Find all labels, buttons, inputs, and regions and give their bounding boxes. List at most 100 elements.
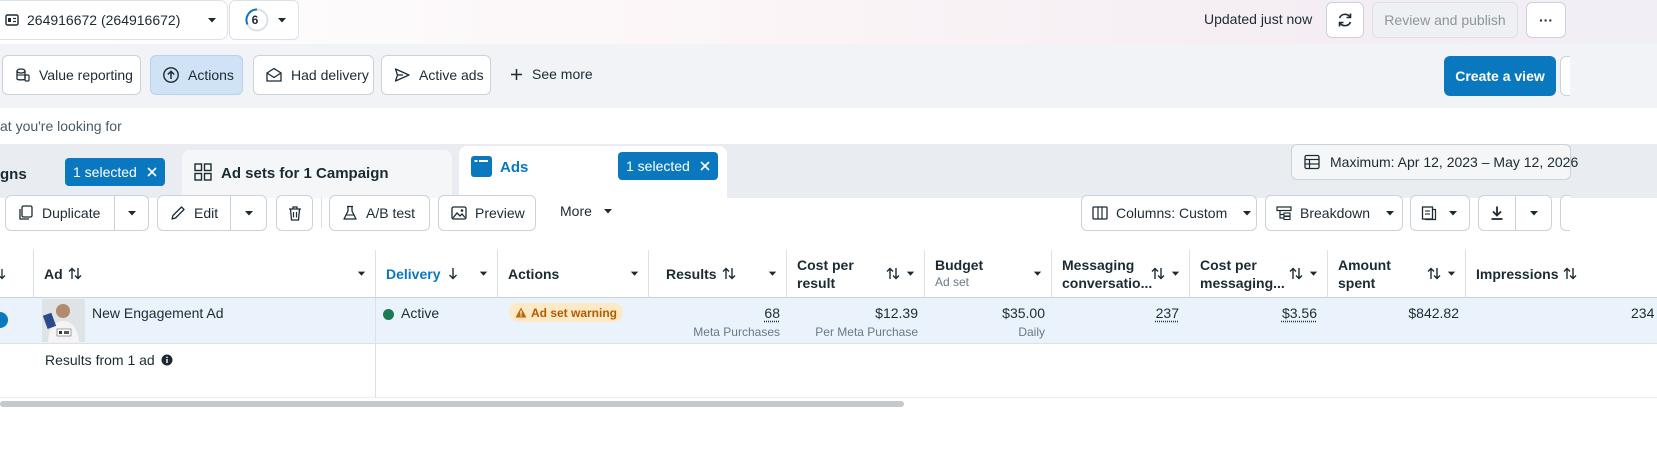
sort-icon — [886, 267, 900, 280]
column-header-actions[interactable]: Actions — [498, 250, 649, 298]
columns-button[interactable]: Columns: Custom — [1081, 195, 1257, 231]
cost-per-result-value: $12.39 — [875, 305, 918, 321]
summary-label-group: Results from 1 ad — [45, 352, 173, 368]
views-bar: Value reporting Actions Had delivery Act… — [0, 44, 1657, 108]
preview-button[interactable]: Preview — [438, 195, 536, 231]
column-header-cost-per-result[interactable]: Cost per result — [787, 250, 925, 298]
chevron-down-icon — [1447, 207, 1459, 219]
table-row[interactable]: New Engagement Ad Active Ad set warning … — [0, 298, 1657, 344]
close-icon[interactable] — [700, 161, 710, 171]
chevron-down-icon[interactable] — [767, 268, 778, 279]
delete-button[interactable] — [276, 195, 313, 231]
toolbar-overflow-edge[interactable] — [1560, 195, 1570, 231]
chevron-down-icon[interactable] — [478, 268, 489, 279]
column-sublabel: Ad set — [935, 274, 970, 289]
chevron-down-icon[interactable] — [629, 268, 640, 279]
notification-count: 6 — [251, 13, 259, 27]
coins-icon — [15, 67, 31, 83]
review-and-publish-button[interactable]: Review and publish — [1372, 2, 1518, 38]
close-icon[interactable] — [147, 167, 157, 177]
summary-row: Results from 1 ad — [0, 344, 1657, 398]
view-had-delivery[interactable]: Had delivery — [253, 55, 374, 95]
ab-test-button[interactable]: A/B test — [329, 195, 430, 231]
column-label-line-1: Messaging — [1062, 256, 1135, 273]
warning-icon — [515, 307, 527, 318]
row-toggle[interactable] — [0, 312, 8, 328]
info-icon[interactable] — [161, 354, 173, 366]
chevron-down-icon — [602, 205, 614, 217]
view-value-reporting[interactable]: Value reporting — [2, 55, 141, 95]
column-header-budget[interactable]: Budget Ad set — [925, 250, 1052, 298]
chevron-down-icon — [243, 207, 255, 219]
create-view-button[interactable]: Create a view — [1444, 56, 1556, 96]
envelope-open-icon — [265, 66, 283, 84]
export-button[interactable] — [1478, 195, 1516, 231]
tab-ad-sets-label: Ad sets for 1 Campaign — [221, 165, 389, 182]
account-selector[interactable]: 264916672 (264916672) — [0, 0, 228, 40]
ad-name[interactable]: New Engagement Ad — [92, 305, 224, 321]
chevron-down-icon — [126, 207, 138, 219]
date-range-picker[interactable]: Maximum: Apr 12, 2023 – May 12, 2026 — [1291, 144, 1578, 180]
cost-per-messaging-value[interactable]: $3.56 — [1282, 305, 1317, 321]
horizontal-scrollbar-thumb[interactable] — [0, 401, 904, 407]
column-header-amount-spent[interactable]: Amount spent — [1328, 250, 1466, 298]
chevron-down-icon[interactable] — [1308, 268, 1319, 279]
column-header-delivery[interactable]: Delivery — [376, 250, 498, 298]
campaigns-selected-pill[interactable]: 1 selected — [65, 158, 165, 186]
chevron-down-icon[interactable] — [1446, 268, 1457, 279]
edit-dropdown[interactable] — [230, 195, 267, 231]
chevron-down-icon[interactable] — [356, 268, 367, 279]
more-actions-label: More — [560, 203, 592, 219]
create-view-split-edge[interactable] — [1560, 56, 1570, 96]
notifications-dropdown[interactable]: 6 — [229, 0, 299, 40]
tab-ads[interactable]: Ads 1 selected — [459, 146, 727, 198]
chevron-down-icon[interactable] — [1032, 268, 1043, 279]
chevron-down-icon[interactable] — [1170, 268, 1181, 279]
progress-ring-icon: 6 — [244, 7, 269, 33]
amount-spent-value: $842.82 — [1408, 305, 1459, 321]
column-header-cost-per-messaging[interactable]: Cost per messaging... — [1190, 250, 1328, 298]
column-header-ad[interactable]: Ad — [34, 250, 376, 298]
see-more-label: See more — [532, 66, 593, 82]
horizontal-scrollbar-track[interactable] — [0, 397, 1657, 409]
top-bar: 264916672 (264916672) 6 Updated just now… — [0, 0, 1657, 44]
delivery-status-dot — [383, 309, 394, 320]
copy-icon — [18, 205, 34, 221]
tab-ad-sets[interactable]: Ad sets for 1 Campaign — [182, 150, 452, 198]
reports-dropdown[interactable] — [1410, 195, 1470, 231]
column-label: Impressions — [1476, 265, 1559, 282]
ads-selected-label: 1 selected — [626, 158, 690, 174]
column-header-impressions[interactable]: Impressions — [1466, 250, 1657, 298]
search-input[interactable] — [0, 108, 1200, 144]
edit-button[interactable]: Edit — [157, 195, 231, 231]
see-more-button[interactable]: See more — [510, 66, 593, 82]
summary-label: Results from 1 ad — [45, 352, 155, 368]
chevron-down-icon — [1384, 207, 1396, 219]
results-type: Meta Purchases — [693, 325, 780, 339]
pencil-icon — [170, 205, 186, 221]
edit-label: Edit — [194, 205, 219, 221]
duplicate-button[interactable]: Duplicate — [5, 195, 115, 231]
view-actions[interactable]: Actions — [150, 55, 243, 95]
more-options-button[interactable]: ··· — [1526, 2, 1566, 38]
chevron-down-icon[interactable] — [905, 268, 916, 279]
delivery-status: Active — [401, 305, 440, 321]
breakdown-button[interactable]: Breakdown — [1265, 195, 1403, 231]
export-dropdown[interactable] — [1515, 195, 1552, 231]
messaging-conversations-value[interactable]: 237 — [1156, 305, 1179, 321]
results-value[interactable]: 68 — [764, 305, 780, 321]
report-icon — [1421, 205, 1437, 221]
column-checkbox-header[interactable] — [0, 250, 34, 298]
column-header-results[interactable]: Results — [649, 250, 787, 298]
view-active-ads[interactable]: Active ads — [381, 55, 491, 95]
impressions-value: 234 — [1631, 305, 1655, 321]
refresh-button[interactable] — [1326, 2, 1364, 38]
ads-selected-pill[interactable]: 1 selected — [618, 152, 718, 180]
view-label: Active ads — [419, 67, 484, 83]
ad-set-warning-badge[interactable]: Ad set warning — [509, 303, 624, 322]
column-header-messaging-conversations[interactable]: Messaging conversatio... — [1052, 250, 1190, 298]
tab-campaigns[interactable]: gns 1 selected — [0, 150, 174, 198]
date-range-label: Maximum: Apr 12, 2023 – May 12, 2026 — [1330, 154, 1579, 170]
duplicate-dropdown[interactable] — [114, 195, 149, 231]
more-actions-button[interactable]: More — [560, 203, 614, 219]
